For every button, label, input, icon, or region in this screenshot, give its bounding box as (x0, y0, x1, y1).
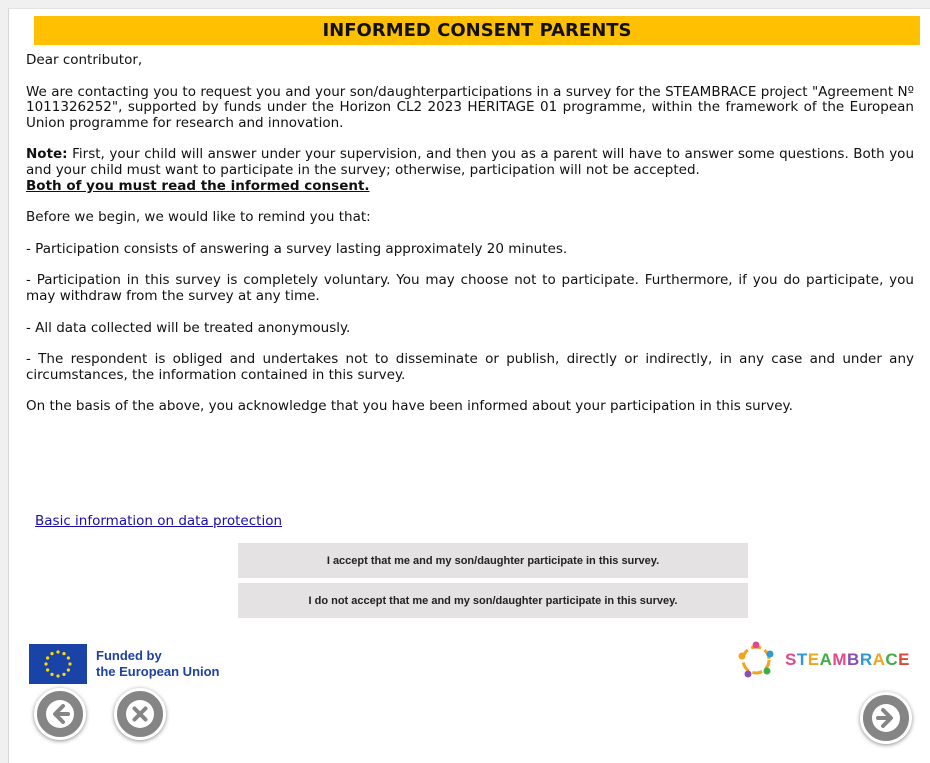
eu-funding-line2: the European Union (96, 664, 220, 679)
eu-star (50, 652, 54, 656)
close-button[interactable] (114, 688, 166, 740)
acknowledgement-text: On the basis of the above, you acknowled… (26, 398, 793, 415)
eu-star (50, 672, 54, 676)
eu-flag-icon (29, 644, 87, 684)
note-paragraph: Note: First, your child will answer unde… (26, 147, 914, 194)
steambrace-logo-icon (736, 640, 776, 684)
decline-button[interactable]: I do not accept that me and my son/daugh… (238, 583, 748, 618)
point-anonymous: - All data collected will be treated ano… (26, 319, 351, 336)
eu-star (68, 662, 72, 666)
eu-star (56, 650, 60, 654)
note-text: First, your child will answer under your… (26, 146, 914, 178)
steambrace-wordmark: STEAMBRACE (785, 650, 910, 670)
steambrace-letter: T (796, 650, 808, 669)
steambrace-letter: E (807, 650, 820, 669)
eu-star (46, 656, 50, 660)
eu-star (44, 662, 48, 666)
greeting-text: Dear contributor, (26, 52, 143, 68)
steambrace-letter: R (859, 650, 873, 669)
page-title: INFORMED CONSENT PARENTS (34, 16, 920, 45)
point-voluntary: - Participation in this survey is comple… (26, 272, 914, 304)
eu-funding-label: Funded by the European Union (96, 648, 220, 680)
back-button[interactable] (34, 688, 86, 740)
reminder-text: Before we begin, we would like to remind… (26, 209, 371, 226)
arrow-right-icon (872, 704, 900, 732)
steambrace-letter: B (847, 650, 860, 669)
eu-star (56, 674, 60, 678)
steambrace-letter: E (898, 650, 910, 669)
eu-funding-line1: Funded by (96, 648, 162, 663)
intro-paragraph: We are contacting you to request you and… (26, 83, 914, 131)
accept-button[interactable]: I accept that me and my son/daughter par… (238, 543, 748, 578)
note-label: Note: (26, 146, 68, 163)
eu-star (66, 656, 70, 660)
next-button[interactable] (860, 692, 912, 744)
data-protection-link[interactable]: Basic information on data protection (35, 513, 282, 529)
consent-text: Dear contributor, We are contacting you … (26, 52, 914, 415)
steambrace-letter: S (785, 650, 797, 669)
point-confidentiality: - The respondent is obliged and undertak… (26, 351, 914, 383)
eu-star (62, 652, 66, 656)
eu-star (62, 672, 66, 676)
steambrace-letter: A (819, 650, 833, 669)
eu-star (66, 668, 70, 672)
arrow-left-icon (46, 700, 74, 728)
eu-star (46, 668, 50, 672)
steambrace-letter: C (885, 650, 899, 669)
steambrace-letter: M (832, 650, 848, 669)
note-emphasis: Both of you must read the informed conse… (26, 177, 370, 194)
point-duration: - Participation consists of answering a … (26, 240, 568, 257)
close-icon (126, 700, 154, 728)
steambrace-letter: A (872, 650, 886, 669)
